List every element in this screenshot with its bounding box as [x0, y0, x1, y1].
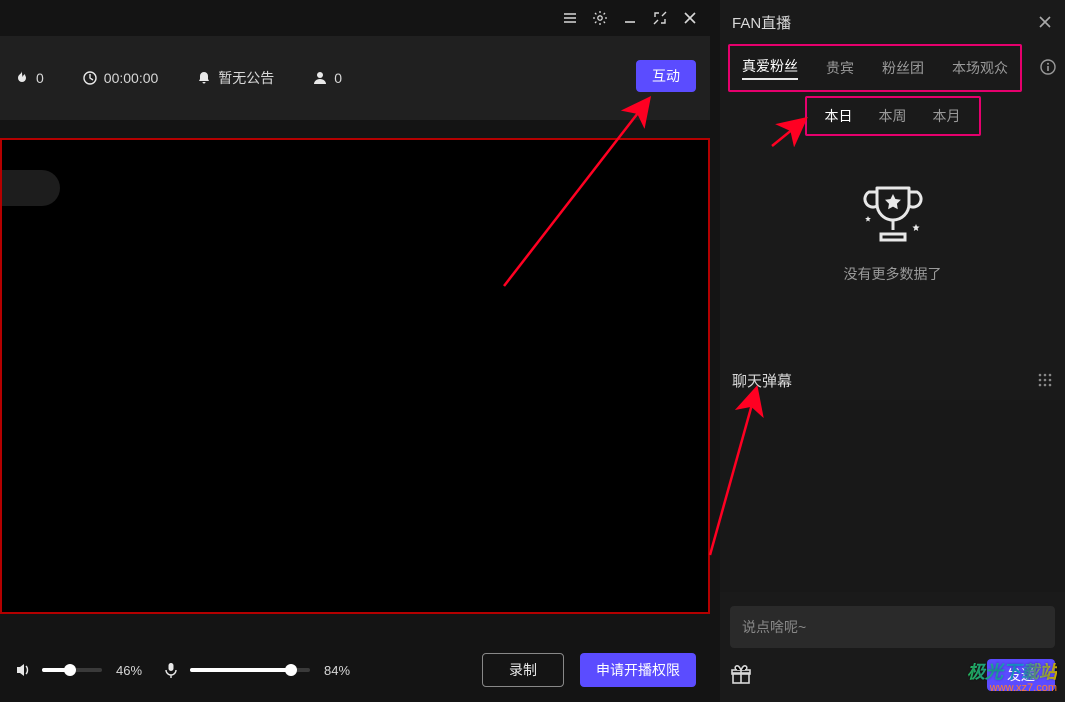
mic-icon[interactable] — [162, 661, 180, 679]
tab-fan-group[interactable]: 粉丝团 — [882, 58, 924, 78]
speaker-icon[interactable] — [14, 661, 32, 679]
panel-header: FAN直播 — [720, 0, 1065, 44]
stats-bar: 0 00:00:00 暂无公告 0 互动 — [0, 36, 710, 120]
person-icon — [312, 70, 328, 86]
interact-button[interactable]: 互动 — [636, 60, 696, 92]
mic-volume-slider[interactable] — [190, 668, 310, 672]
fire-icon — [14, 70, 30, 86]
tab-vip[interactable]: 贵宾 — [826, 58, 854, 78]
time-filter-today[interactable]: 本日 — [825, 106, 853, 126]
gear-icon[interactable] — [592, 10, 608, 26]
mic-volume-group: 84% — [162, 661, 354, 679]
tab-audience[interactable]: 本场观众 — [952, 58, 1008, 78]
chat-header: 聊天弹幕 — [720, 360, 1065, 400]
stat-announcement[interactable]: 暂无公告 — [196, 68, 274, 88]
window-titlebar — [0, 0, 710, 36]
bottom-controls: 46% 84% 录制 申请开播权限 — [0, 638, 710, 702]
close-icon[interactable] — [682, 10, 698, 26]
chat-bottom-row: 发送 — [730, 656, 1055, 694]
fan-panel: FAN直播 真爱粉丝 贵宾 粉丝团 本场观众 本日 本周 本月 — [720, 0, 1065, 702]
minimize-icon[interactable] — [622, 10, 638, 26]
time-filter-month[interactable]: 本月 — [933, 106, 961, 126]
chat-body — [720, 400, 1065, 592]
gift-icon[interactable] — [730, 664, 752, 686]
record-button[interactable]: 录制 — [482, 653, 564, 687]
mic-volume-value: 84% — [320, 663, 354, 678]
panel-title: FAN直播 — [732, 12, 791, 33]
speaker-volume-slider[interactable] — [42, 668, 102, 672]
menu-icon[interactable] — [562, 10, 578, 26]
chat-input-row — [730, 606, 1055, 648]
speaker-volume-value: 46% — [112, 663, 146, 678]
fan-tab-row: 真爱粉丝 贵宾 粉丝团 本场观众 — [720, 44, 1065, 92]
bell-icon — [196, 70, 212, 86]
stat-timer: 00:00:00 — [82, 70, 159, 86]
time-filter-week[interactable]: 本周 — [879, 106, 907, 126]
maximize-icon[interactable] — [652, 10, 668, 26]
chat-input[interactable] — [742, 619, 1043, 635]
clock-icon — [82, 70, 98, 86]
video-preview — [0, 138, 710, 614]
info-icon[interactable] — [1039, 58, 1057, 76]
tab-true-fans[interactable]: 真爱粉丝 — [742, 56, 798, 80]
main-area: 0 00:00:00 暂无公告 0 互动 — [0, 0, 710, 702]
trophy-icon — [853, 180, 933, 250]
send-button[interactable]: 发送 — [987, 659, 1055, 691]
preview-collapsed-pill[interactable] — [2, 170, 60, 206]
timer-value: 00:00:00 — [104, 70, 159, 86]
empty-state: 没有更多数据了 — [720, 180, 1065, 284]
speaker-volume-group: 46% — [14, 661, 146, 679]
viewers-count: 0 — [334, 70, 342, 86]
panel-close-icon[interactable] — [1037, 14, 1053, 30]
stat-viewers: 0 — [312, 70, 342, 86]
apply-broadcast-button[interactable]: 申请开播权限 — [580, 653, 696, 687]
time-filter-row: 本日 本周 本月 — [720, 92, 1065, 140]
stat-hot: 0 — [14, 70, 44, 86]
announcement-text: 暂无公告 — [218, 68, 274, 88]
chat-grid-icon[interactable] — [1037, 372, 1053, 388]
hot-count: 0 — [36, 70, 44, 86]
empty-state-text: 没有更多数据了 — [844, 264, 942, 284]
chat-title: 聊天弹幕 — [732, 370, 792, 391]
